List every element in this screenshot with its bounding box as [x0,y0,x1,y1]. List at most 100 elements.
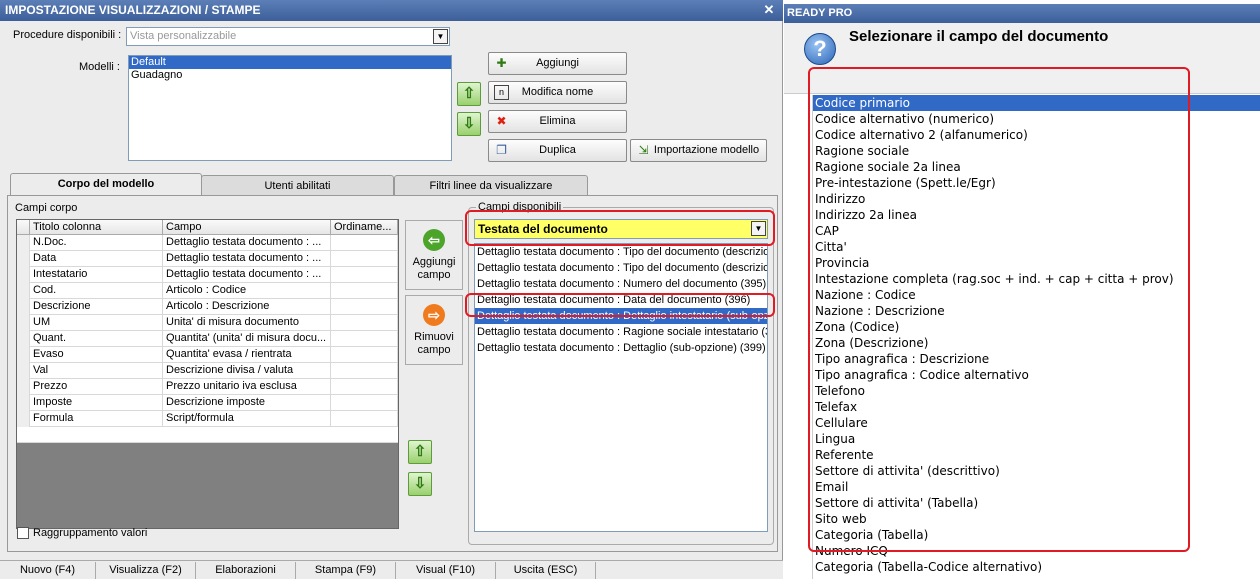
table-cell[interactable]: Intestatario [30,267,163,283]
table-cell[interactable] [331,267,398,283]
document-field-item[interactable]: Categoria (Tabella-Codice alternativo) [813,559,1260,575]
table-cell[interactable]: Val [30,363,163,379]
table-cell[interactable]: Quantita' (unita' di misura docu... [163,331,331,347]
table-cell[interactable]: UM [30,315,163,331]
delete-model-label: Elimina [539,115,576,127]
body-fields-grid[interactable]: Titolo colonna Campo Ordiname... N.Doc. D… [16,219,399,529]
table-cell[interactable]: N.Doc. [30,235,163,251]
table-cell[interactable] [331,395,398,411]
visual-button[interactable]: Visual (F10) [396,562,496,579]
row-selector[interactable] [17,347,30,363]
table-cell[interactable]: Dettaglio testata documento : ... [163,251,331,267]
field-up-icon[interactable]: ⇧ [408,440,432,464]
row-selector[interactable] [17,411,30,427]
table-cell[interactable] [331,235,398,251]
table-cell[interactable]: Script/formula [163,411,331,427]
table-cell[interactable]: Dettaglio testata documento : ... [163,267,331,283]
table-cell[interactable]: Imposte [30,395,163,411]
table-cell[interactable] [331,411,398,427]
remove-field-button[interactable]: ⇨ Rimuovi campo [405,295,463,365]
table-cell[interactable] [331,379,398,395]
available-field-item[interactable]: Dettaglio testata documento : Tipo del d… [475,244,767,260]
table-row[interactable]: UM Unita' di misura documento [17,315,398,331]
table-row-empty[interactable] [17,427,398,443]
table-row[interactable]: Descrizione Articolo : Descrizione [17,299,398,315]
grid-header-title[interactable]: Titolo colonna [30,220,163,235]
row-selector[interactable] [17,315,30,331]
grouping-checkbox[interactable] [17,527,29,539]
table-cell[interactable] [331,251,398,267]
row-selector[interactable] [17,235,30,251]
row-selector[interactable] [17,379,30,395]
tab-users[interactable]: Utenti abilitati [201,175,394,197]
row-selector[interactable] [17,283,30,299]
table-cell[interactable]: Formula [30,411,163,427]
row-selector[interactable] [17,363,30,379]
available-field-item[interactable]: Dettaglio testata documento : Numero del… [475,276,767,292]
models-list[interactable]: Default Guadagno [128,55,452,161]
tab-body[interactable]: Corpo del modello [10,173,202,196]
table-cell[interactable]: Prezzo [30,379,163,395]
model-item[interactable]: Default [129,56,451,69]
table-cell[interactable]: Articolo : Codice [163,283,331,299]
table-cell[interactable] [331,331,398,347]
model-item[interactable]: Guadagno [129,69,451,82]
import-model-button[interactable]: ⇲ Importazione modello [630,139,767,162]
new-button[interactable]: Nuovo (F4) [0,562,96,579]
table-cell[interactable]: Evaso [30,347,163,363]
table-row[interactable]: Imposte Descrizione imposte [17,395,398,411]
available-fields-list[interactable]: Dettaglio testata documento : Tipo del d… [474,243,768,532]
available-field-item[interactable]: Dettaglio testata documento : Dettaglio … [475,340,767,356]
move-up-icon[interactable]: ⇧ [457,82,481,106]
move-down-icon[interactable]: ⇩ [457,112,481,136]
exit-button[interactable]: Uscita (ESC) [496,562,596,579]
grid-header-field[interactable]: Campo [163,220,331,235]
processing-button[interactable]: Elaborazioni [196,562,296,579]
table-cell[interactable]: Cod. [30,283,163,299]
row-selector[interactable] [17,267,30,283]
row-selector[interactable] [17,331,30,347]
table-row[interactable]: Prezzo Prezzo unitario iva esclusa [17,379,398,395]
rename-model-button[interactable]: n Modifica nome [488,81,627,104]
row-selector[interactable] [17,299,30,315]
close-icon[interactable]: ✕ [762,1,776,19]
duplicate-model-button[interactable]: ❐ Duplica [488,139,627,162]
table-row[interactable]: Formula Script/formula [17,411,398,427]
field-down-icon[interactable]: ⇩ [408,472,432,496]
table-cell[interactable]: Descrizione [30,299,163,315]
delete-model-button[interactable]: ✖ Elimina [488,110,627,133]
add-model-button[interactable]: ✚ Aggiungi [488,52,627,75]
table-cell[interactable]: Quantita' evasa / rientrata [163,347,331,363]
table-row[interactable]: Val Descrizione divisa / valuta [17,363,398,379]
row-selector[interactable] [17,395,30,411]
table-cell[interactable]: Descrizione divisa / valuta [163,363,331,379]
table-row[interactable]: Evaso Quantita' evasa / rientrata [17,347,398,363]
table-cell[interactable]: Unita' di misura documento [163,315,331,331]
table-cell[interactable] [331,315,398,331]
table-cell[interactable] [331,347,398,363]
table-cell[interactable]: Quant. [30,331,163,347]
table-row[interactable]: N.Doc. Dettaglio testata documento : ... [17,235,398,251]
table-cell[interactable]: Data [30,251,163,267]
table-row[interactable]: Intestatario Dettaglio testata documento … [17,267,398,283]
available-field-item[interactable]: Dettaglio testata documento : Ragione so… [475,324,767,340]
table-cell[interactable] [331,363,398,379]
table-row[interactable]: Quant. Quantita' (unita' di misura docu..… [17,331,398,347]
add-field-button[interactable]: ⇦ Aggiungi campo [405,220,463,290]
procedure-combo[interactable]: Vista personalizzabile ▼ [126,27,450,46]
table-row[interactable]: Cod. Articolo : Codice [17,283,398,299]
table-cell[interactable] [331,283,398,299]
table-cell[interactable]: Descrizione imposte [163,395,331,411]
chevron-down-icon[interactable]: ▼ [433,29,448,44]
table-cell[interactable]: Prezzo unitario iva esclusa [163,379,331,395]
view-button[interactable]: Visualizza (F2) [96,562,196,579]
table-cell[interactable]: Articolo : Descrizione [163,299,331,315]
table-cell[interactable] [331,299,398,315]
grid-header-order[interactable]: Ordiname... [331,220,398,235]
print-button[interactable]: Stampa (F9) [296,562,396,579]
tab-filters[interactable]: Filtri linee da visualizzare [394,175,588,197]
row-selector[interactable] [17,251,30,267]
table-cell[interactable]: Dettaglio testata documento : ... [163,235,331,251]
available-field-item[interactable]: Dettaglio testata documento : Tipo del d… [475,260,767,276]
table-row[interactable]: Data Dettaglio testata documento : ... [17,251,398,267]
